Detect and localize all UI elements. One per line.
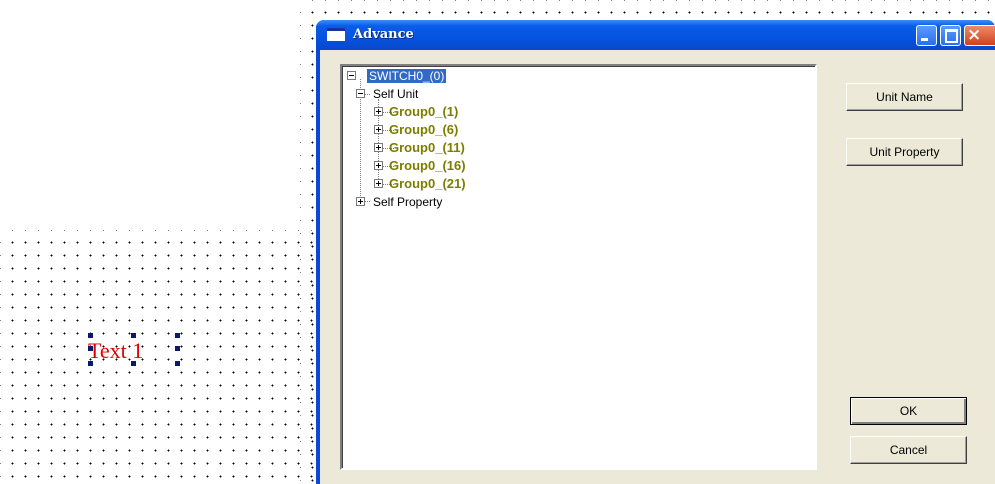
expand-icon[interactable]: [374, 107, 383, 116]
window-title: Advance: [353, 27, 414, 42]
tree-node-root[interactable]: SWITCH0_(0): [365, 68, 448, 84]
close-button[interactable]: ×: [964, 25, 995, 46]
expand-icon[interactable]: [374, 161, 383, 170]
tree-node-group[interactable]: Group0_(16): [389, 159, 466, 173]
tree-node-self-unit[interactable]: Self Unit: [373, 87, 418, 101]
expand-icon[interactable]: [356, 197, 365, 206]
resize-handle[interactable]: [131, 361, 136, 366]
tree-node-group[interactable]: Group0_(1): [389, 105, 458, 119]
resize-handle[interactable]: [88, 361, 93, 366]
unit-name-button[interactable]: Unit Name: [846, 83, 963, 111]
resize-handle[interactable]: [88, 346, 93, 351]
tree-node-group[interactable]: Group0_(11): [389, 141, 465, 155]
cancel-button[interactable]: Cancel: [850, 436, 967, 464]
minimize-button[interactable]: [916, 25, 937, 46]
title-bar[interactable]: Advance ×: [316, 20, 995, 50]
ok-button[interactable]: OK: [850, 397, 967, 425]
text-object[interactable]: Text 1: [88, 333, 180, 366]
tree-node-group[interactable]: Group0_(21): [389, 177, 466, 191]
expand-icon[interactable]: [374, 143, 383, 152]
resize-handle[interactable]: [175, 346, 180, 351]
advance-dialog: Advance × SWITCH0_(0) Self Unit Group0_(…: [316, 20, 995, 484]
collapse-icon[interactable]: [356, 89, 365, 98]
maximize-button[interactable]: [940, 25, 961, 46]
tree-node-group[interactable]: Group0_(6): [389, 123, 458, 137]
unit-property-button[interactable]: Unit Property: [846, 138, 963, 166]
resize-handle[interactable]: [175, 333, 180, 338]
window-icon: [327, 28, 345, 41]
tree-node-self-property[interactable]: Self Property: [373, 195, 442, 209]
resize-handle[interactable]: [88, 333, 93, 338]
resize-handle[interactable]: [131, 333, 136, 338]
resize-handle[interactable]: [175, 361, 180, 366]
expand-icon[interactable]: [374, 179, 383, 188]
close-icon: ×: [967, 25, 982, 45]
unit-tree-view[interactable]: SWITCH0_(0) Self Unit Group0_(1) Group0_…: [340, 64, 817, 470]
dialog-client-area: SWITCH0_(0) Self Unit Group0_(1) Group0_…: [320, 50, 995, 484]
expand-icon[interactable]: [374, 125, 383, 134]
collapse-icon[interactable]: [347, 71, 356, 80]
